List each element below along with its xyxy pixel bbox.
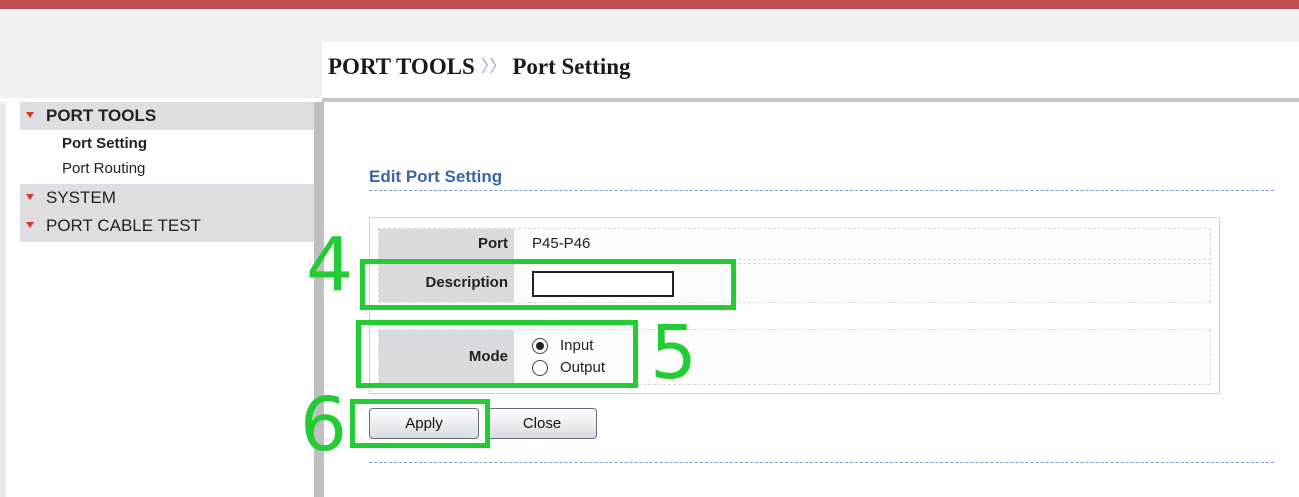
sidebar xyxy=(0,102,314,497)
breadcrumb-separator-icon: 〉〉 xyxy=(480,57,507,76)
top-accent-line xyxy=(0,0,1299,9)
port-label: Port xyxy=(379,229,514,259)
annotation-box-apply xyxy=(350,399,490,448)
divider xyxy=(369,190,1274,191)
caret-down-icon xyxy=(26,112,34,118)
sidebar-group-label: PORT TOOLS xyxy=(46,106,157,125)
divider xyxy=(369,462,1274,463)
annotation-step-number: 6 xyxy=(300,382,348,468)
sidebar-group-label: PORT CABLE TEST xyxy=(46,216,201,235)
sidebar-group-label: SYSTEM xyxy=(46,188,116,207)
annotation-step-number: 5 xyxy=(650,310,698,396)
top-bar xyxy=(0,9,1299,42)
port-value: P45-P46 xyxy=(532,235,591,252)
sidebar-item-port-routing[interactable]: Port Routing xyxy=(62,160,145,177)
sidebar-group-port-tools[interactable]: PORT TOOLS xyxy=(20,102,314,130)
annotation-box-description xyxy=(360,259,736,310)
caret-down-icon xyxy=(26,194,34,200)
breadcrumb-section[interactable]: PORT TOOLS xyxy=(328,54,475,79)
header-divider xyxy=(322,98,1299,102)
breadcrumb-page: Port Setting xyxy=(512,54,631,79)
header-left-panel xyxy=(0,42,322,98)
section-title: Edit Port Setting xyxy=(369,167,503,186)
close-button[interactable]: Close xyxy=(487,408,597,439)
caret-down-icon xyxy=(26,222,34,228)
breadcrumb: PORT TOOLS 〉〉 Port Setting xyxy=(328,54,631,80)
sidebar-group-port-cable-test[interactable]: PORT CABLE TEST xyxy=(20,212,314,242)
annotation-step-number: 4 xyxy=(306,222,354,308)
sidebar-item-port-setting[interactable]: Port Setting xyxy=(62,135,147,152)
sidebar-group-system[interactable]: SYSTEM xyxy=(20,184,314,212)
annotation-box-mode xyxy=(356,320,638,388)
